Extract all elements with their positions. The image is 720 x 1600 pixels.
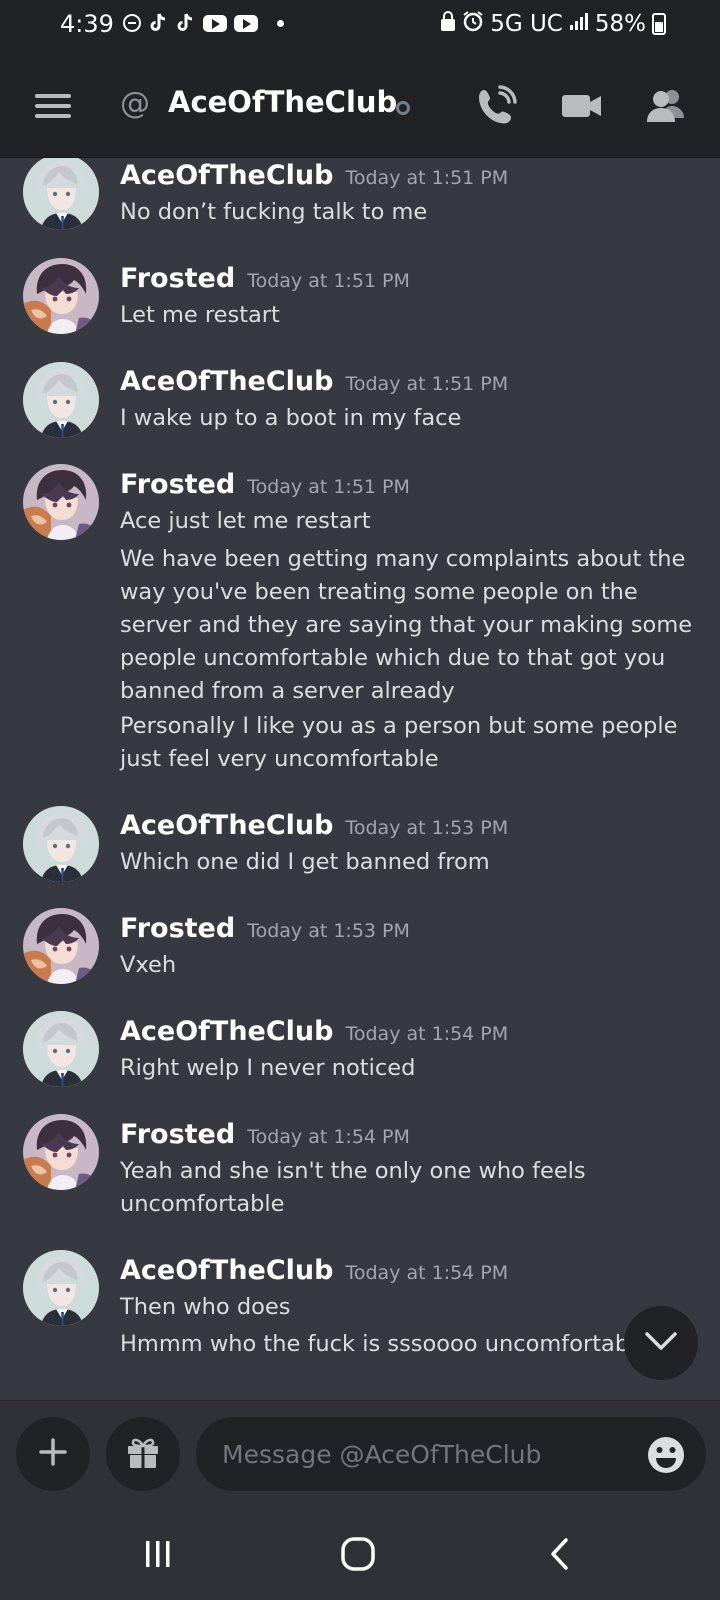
members-icon[interactable] — [644, 84, 688, 128]
vpn-lock-icon — [122, 12, 142, 34]
message-timestamp: Today at 1:54 PM — [345, 1023, 509, 1045]
tiktok-icon — [149, 12, 169, 34]
message-text: Vxeh — [120, 952, 177, 978]
avatar[interactable] — [23, 258, 99, 334]
avatar[interactable] — [23, 464, 99, 540]
network-type: 5G UC — [490, 11, 563, 37]
message-timestamp: Today at 1:53 PM — [345, 817, 509, 839]
message-author[interactable]: AceOfTheClub Today at 1:54 PM — [120, 1016, 508, 1047]
avatar[interactable] — [23, 362, 99, 438]
message-timestamp: Today at 1:54 PM — [247, 1126, 410, 1148]
message-text: Then who does — [120, 1294, 291, 1320]
message-timestamp: Today at 1:53 PM — [247, 920, 410, 942]
message-timestamp: Today at 1:54 PM — [345, 1262, 509, 1284]
avatar[interactable] — [23, 1250, 99, 1326]
attach-button[interactable] — [16, 1417, 90, 1491]
avatar[interactable] — [23, 908, 99, 984]
message-author[interactable]: AceOfTheClub Today at 1:54 PM — [120, 1255, 508, 1286]
message-author[interactable]: Frosted Today at 1:51 PM — [120, 469, 410, 500]
home-icon[interactable] — [328, 1528, 388, 1580]
message-author[interactable]: Frosted Today at 1:54 PM — [120, 1119, 410, 1150]
more-dot-icon — [277, 19, 284, 27]
message-input[interactable] — [196, 1417, 706, 1491]
lock-icon — [440, 10, 456, 38]
alarm-icon — [462, 10, 484, 38]
call-icon[interactable] — [474, 84, 518, 128]
message-author[interactable]: Frosted Today at 1:51 PM — [120, 263, 410, 294]
message-author[interactable]: Frosted Today at 1:53 PM — [120, 913, 410, 944]
message-text: Which one did I get banned from — [120, 849, 490, 875]
notification-icons — [122, 12, 284, 34]
message-composer — [0, 1400, 720, 1508]
message-text: Yeah and she isn't the only one who feel… — [120, 1158, 586, 1217]
message-text: Right welp I never noticed — [120, 1055, 416, 1081]
youtube-icon — [234, 14, 258, 32]
channel-header: @ AceOfTheClub — [0, 54, 720, 158]
message-timestamp: Today at 1:51 PM — [247, 476, 410, 498]
gift-icon — [125, 1434, 161, 1474]
at-symbol: @ — [120, 86, 150, 121]
message-text: Let me restart — [120, 302, 280, 328]
plus-icon — [39, 1438, 67, 1470]
tiktok-icon — [176, 12, 196, 34]
scroll-to-bottom-button[interactable] — [624, 1306, 698, 1380]
battery-icon — [652, 13, 666, 35]
avatar[interactable] — [23, 158, 99, 230]
message-text: We have been getting many complaints abo… — [120, 546, 693, 704]
dm-title[interactable]: AceOfTheClub — [168, 85, 397, 119]
emoji-icon[interactable] — [646, 1435, 686, 1475]
system-nav-bar — [0, 1508, 720, 1600]
message-text: Personally I like you as a person but so… — [120, 713, 678, 772]
gift-button[interactable] — [106, 1417, 180, 1491]
message-timestamp: Today at 1:51 PM — [345, 373, 509, 395]
chevron-down-icon — [644, 1331, 678, 1355]
message-text: Hmmm who the fuck is sssoooo uncomfortab… — [120, 1331, 640, 1357]
avatar[interactable] — [23, 806, 99, 882]
message-author[interactable]: AceOfTheClub Today at 1:53 PM — [120, 810, 508, 841]
status-bar: 4:39 5G UC 58% — [0, 0, 720, 54]
back-icon[interactable] — [530, 1528, 590, 1580]
message-text: I wake up to a boot in my face — [120, 405, 462, 431]
youtube-icon — [203, 14, 227, 32]
message-list[interactable]: AceOfTheClub Today at 1:51 PM No don’t fu… — [0, 158, 720, 1400]
message-text: No don’t fucking talk to me — [120, 199, 428, 225]
clock: 4:39 — [60, 10, 114, 38]
message-timestamp: Today at 1:51 PM — [247, 270, 410, 292]
message-author[interactable]: AceOfTheClub Today at 1:51 PM — [120, 366, 508, 397]
recents-icon[interactable] — [128, 1528, 188, 1580]
offline-status-icon — [396, 101, 410, 115]
battery-percent: 58% — [594, 11, 646, 37]
system-status: 5G UC 58% — [440, 10, 666, 38]
message-author[interactable]: AceOfTheClub Today at 1:51 PM — [120, 160, 508, 191]
menu-icon[interactable] — [35, 94, 71, 118]
avatar[interactable] — [23, 1011, 99, 1087]
video-call-icon[interactable] — [560, 84, 604, 128]
message-timestamp: Today at 1:51 PM — [345, 167, 509, 189]
avatar[interactable] — [23, 1114, 99, 1190]
message-text: Ace just let me restart — [120, 508, 371, 534]
signal-icon — [569, 11, 589, 37]
